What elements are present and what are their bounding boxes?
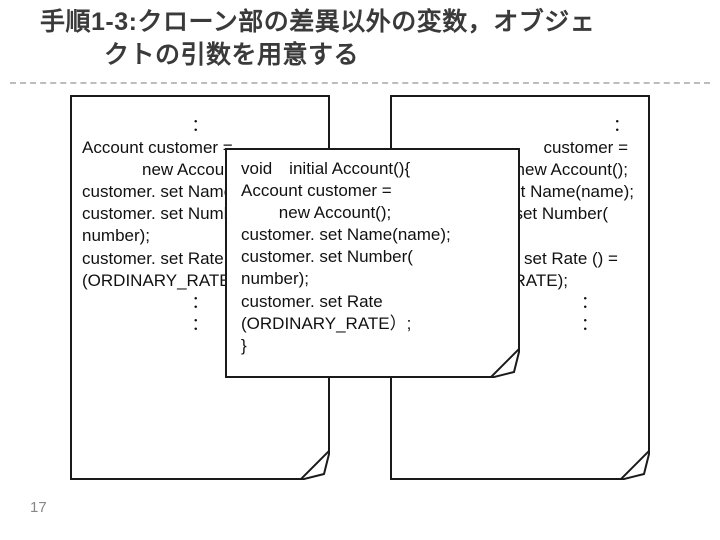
code-line: number);	[241, 268, 508, 290]
page-number: 17	[30, 499, 47, 516]
code-line: ：	[402, 115, 638, 137]
title-line-1: 手順1-3:クローン部の差異以外の変数，オブジェ	[40, 8, 595, 36]
code-line: Account customer =	[241, 180, 508, 202]
page-fold-icon	[302, 452, 330, 480]
title-line-2: クトの引数を用意する	[40, 41, 359, 69]
code-line: ：	[82, 115, 318, 137]
code-line: new Account();	[241, 202, 508, 224]
code-line: (ORDINARY_RATE）;	[241, 313, 508, 335]
code-line: customer. set Rate	[241, 291, 508, 313]
code-line: }	[241, 335, 508, 357]
code-line: customer. set Number(	[241, 246, 508, 268]
code-card-overlay: void initial Account(){ Account customer…	[225, 148, 520, 378]
page-fold-icon	[622, 452, 650, 480]
code-line: customer. set Name(name);	[241, 224, 508, 246]
slide-title: 手順1-3:クローン部の差異以外の変数，オブジェ クトの引数を用意する	[40, 6, 680, 71]
code-line: void initial Account(){	[241, 158, 508, 180]
title-underline	[10, 82, 710, 84]
